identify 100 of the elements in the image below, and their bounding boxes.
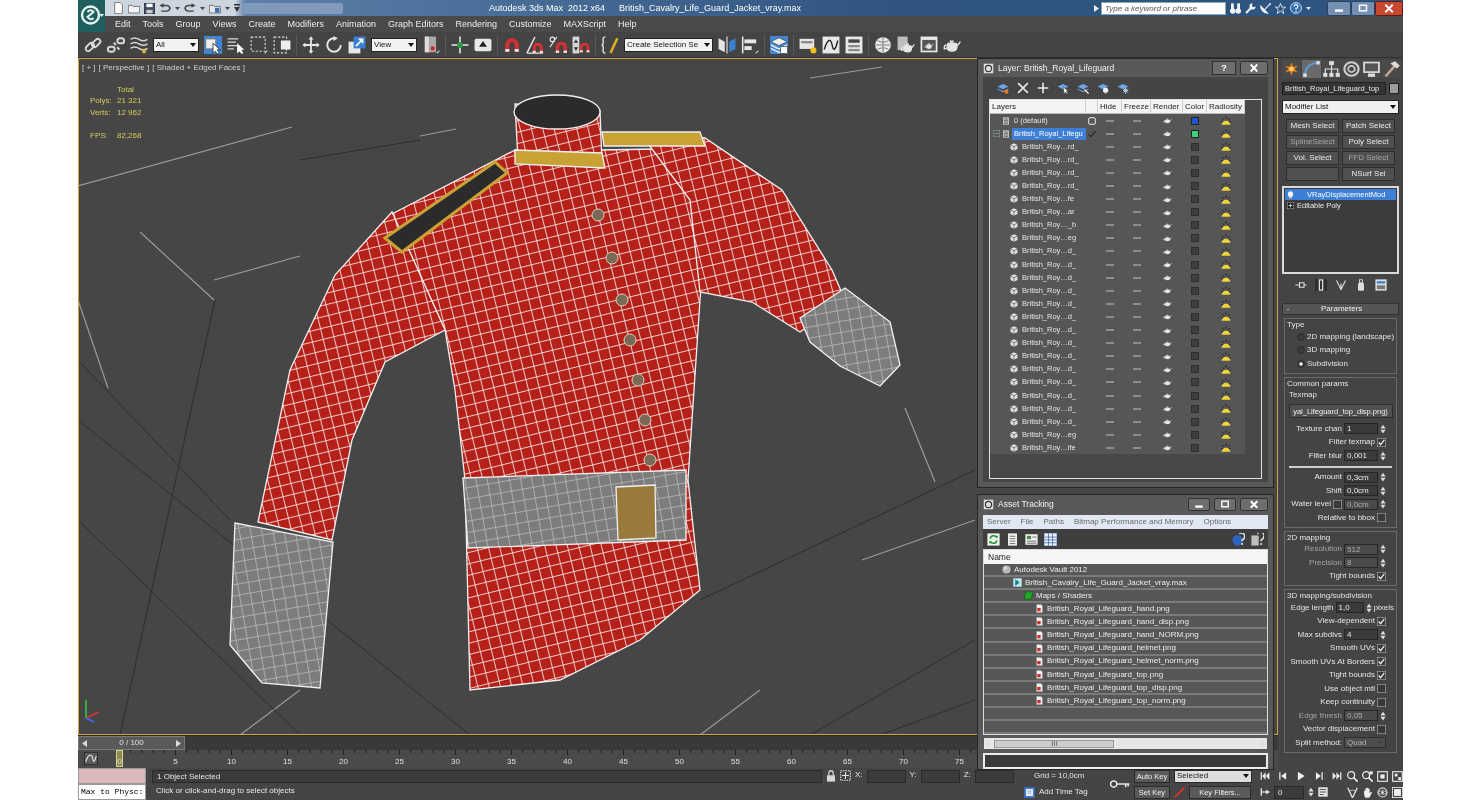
orbit-icon[interactable] [1377,786,1388,798]
empty-swatch-icon[interactable] [1191,430,1199,439]
list-cursor-icon[interactable] [227,35,245,54]
delete-icon[interactable] [1017,82,1029,94]
wrench-icon[interactable] [1245,2,1256,14]
sun-icon[interactable] [1221,260,1231,270]
sun-icon[interactable] [1221,129,1231,139]
open-folder-icon[interactable] [128,2,140,14]
spinner-arrows-icon[interactable] [1380,499,1386,510]
field-of-view-icon[interactable] [1347,786,1358,798]
scroll-thumb[interactable] [994,739,1114,748]
table-view-icon[interactable] [1044,532,1057,546]
menu-item[interactable]: Rendering [449,18,504,30]
move-arrows-icon[interactable] [302,35,320,54]
spinner-arrows-icon[interactable] [1308,787,1314,797]
spinner-arrows-icon[interactable] [1380,472,1386,483]
square-icon[interactable] [1088,116,1096,125]
empty-swatch-icon[interactable] [1191,404,1199,413]
wave-icon[interactable] [130,35,148,54]
star-icon[interactable] [1275,2,1286,14]
go-to-end-icon[interactable] [1332,771,1342,781]
key-mode-icon[interactable] [1260,787,1270,797]
magnet-icon[interactable] [503,35,521,54]
checkbox[interactable] [1377,657,1386,667]
spinner-arrows-icon[interactable] [1380,544,1386,555]
sun-icon[interactable] [1221,233,1231,243]
spinner-field[interactable]: 4 [1344,629,1378,641]
teapot-settings-icon[interactable] [897,35,916,54]
menu-item[interactable]: Server [987,517,1011,527]
empty-swatch-icon[interactable] [1191,391,1199,400]
empty-swatch-icon[interactable] [1191,339,1199,348]
plus-icon[interactable] [1037,82,1049,94]
empty-swatch-icon[interactable] [1191,299,1199,308]
teapot-icon[interactable] [1162,352,1172,360]
teapot-icon[interactable] [1162,221,1172,229]
help-button[interactable]: ? [1212,61,1236,75]
spinner-arrows-icon[interactable] [1380,710,1386,721]
sun-icon[interactable] [1221,286,1231,296]
close-icon[interactable] [1375,0,1403,16]
menu-item[interactable]: Help [612,18,643,30]
zoom-icon[interactable] [1347,770,1358,782]
help-icon[interactable] [1232,532,1245,546]
layer-snowflake-icon[interactable] [1117,82,1129,94]
empty-swatch-icon[interactable] [1191,378,1199,387]
column-header[interactable]: Name [984,550,1267,564]
layers-icon[interactable] [770,35,789,54]
satellite-dish-icon[interactable] [1260,2,1271,14]
sun-icon[interactable] [1221,338,1231,348]
teapot-icon[interactable] [1162,287,1172,295]
checkbox[interactable] [1377,724,1386,734]
caret-icon[interactable] [200,6,205,10]
sun-icon[interactable] [1221,443,1231,453]
play-icon[interactable] [1296,771,1306,781]
zoom-extents-icon[interactable] [1377,770,1388,782]
menu-item[interactable]: Customize [503,18,558,30]
refresh-icon[interactable] [987,532,1000,546]
sun-icon[interactable] [1221,417,1231,427]
teapot-icon[interactable] [1162,274,1172,282]
current-frame-marker[interactable] [116,750,123,767]
teapot-icon[interactable] [1162,195,1172,203]
teapot-icon[interactable] [1162,444,1172,452]
menu-item[interactable]: Bitmap Performance and Memory [1073,517,1194,527]
checkbox[interactable] [1377,437,1386,447]
spinner-arrows-icon[interactable] [1380,450,1386,461]
light-bulb-icon[interactable] [1287,190,1294,199]
sun-icon[interactable] [1221,325,1231,335]
close-icon[interactable] [1240,61,1268,75]
empty-swatch-icon[interactable] [1191,155,1199,164]
teapot-icon[interactable] [1162,313,1172,321]
checkbox[interactable] [1377,684,1386,694]
teapot-icon[interactable] [1162,234,1172,242]
empty-swatch-icon[interactable] [1191,273,1199,282]
caret-icon[interactable] [225,6,230,10]
rotate-icon[interactable] [325,35,343,54]
sphere-icon[interactable] [874,35,893,54]
checkbox[interactable] [1377,513,1386,523]
sun-icon[interactable] [1221,142,1231,152]
empty-swatch-icon[interactable] [1191,195,1199,204]
teapot-icon[interactable] [1162,182,1172,190]
lock-icon[interactable] [826,770,836,782]
curve-graph-icon[interactable] [822,35,841,54]
help-icon[interactable] [1290,2,1302,14]
empty-swatch-icon[interactable] [1191,417,1199,426]
zoom-all-icon[interactable] [1362,770,1373,782]
close-icon[interactable] [1240,497,1268,511]
save-icon[interactable] [144,2,155,14]
empty-swatch-icon[interactable] [1191,352,1199,361]
modifier-button[interactable]: Patch Select [1342,119,1395,133]
spinner-arrows-icon[interactable] [1380,557,1386,568]
menu-item[interactable]: Options [1203,517,1232,527]
color-swatch[interactable] [1389,83,1399,94]
search-field[interactable]: Type a keyword or phrase [1101,1,1226,15]
link-icon[interactable] [84,35,102,54]
add-time-tag-link[interactable]: Add Time Tag [1039,787,1088,797]
menu-item[interactable]: Animation [329,18,382,30]
restore-icon[interactable] [1214,497,1236,511]
sun-icon[interactable] [1221,391,1231,400]
teapot-icon[interactable] [1162,339,1172,347]
next-frame-icon[interactable] [1314,771,1324,781]
menu-item[interactable]: Views [206,18,243,30]
